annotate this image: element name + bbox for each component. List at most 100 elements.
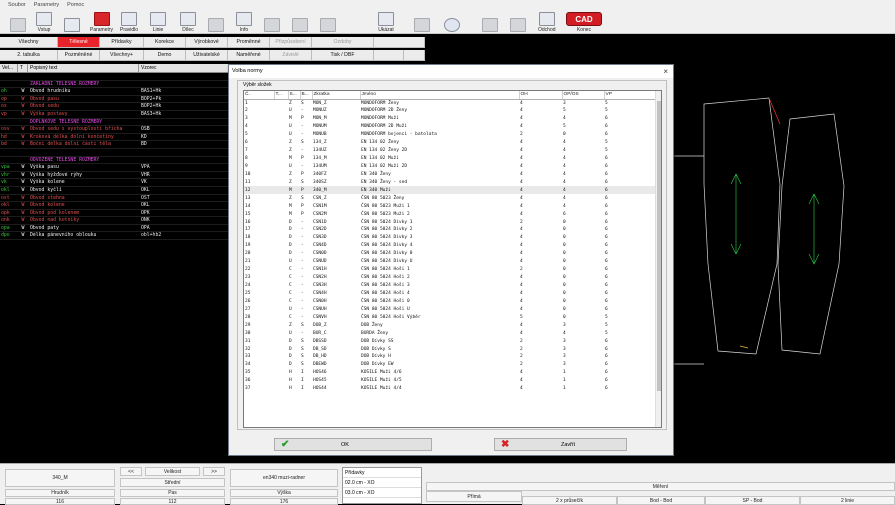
- attribute-row[interactable]: vp W Výška postavy BAS3+Hk: [0, 111, 230, 119]
- tab-extra[interactable]: [374, 37, 425, 48]
- norm-row[interactable]: 31 D S DBSSD DOB Dívky SS 2 3 6: [244, 337, 657, 345]
- close-icon[interactable]: ×: [663, 65, 668, 78]
- attribute-row[interactable]: okl W Obvod kyčlí OKL: [0, 187, 230, 195]
- norm-row[interactable]: 26 C - CSN0H ČSN 80 5024 Hoši 0 4 0 6: [244, 297, 657, 305]
- attribute-row[interactable]: dpo W Délka pánevního oblouku obl+hb2: [0, 232, 230, 241]
- norm-row[interactable]: 9 U - 134UM EN 134 02 Muži 2D 4 4 6: [244, 163, 657, 171]
- norm-row[interactable]: 15 M P CSN2M ČSN 80 5023 Muži 2 4 6 6: [244, 210, 657, 218]
- norm-row[interactable]: 19 D - CSN4D ČSN 80 5024 Dívky 4 4 0 6: [244, 242, 657, 250]
- norm-col-header[interactable]: VP: [604, 91, 658, 100]
- toolbar-save-as-button[interactable]: [510, 10, 526, 33]
- toolbar-pattern-button[interactable]: [64, 10, 80, 33]
- attribute-row[interactable]: oh W Obvod hrudníku BAS1+Hk: [0, 88, 230, 96]
- norm-col-header[interactable]: OH: [519, 91, 563, 100]
- norm-row[interactable]: 17 D - CSN2D ČSN 80 5024 Dívky 2 4 0 6: [244, 226, 657, 234]
- norm-row[interactable]: 25 C - CSN4H ČSN 80 5024 Hoši 4 4 0 6: [244, 290, 657, 298]
- norm-row[interactable]: 32 D S DB_SD DOB Dívky S 2 3 6: [244, 345, 657, 353]
- norm-row[interactable]: 21 U - CSNUD ČSN 80 5024 Dívky U 4 0 6: [244, 258, 657, 266]
- toolbar-grid-button[interactable]: [10, 10, 26, 33]
- attribute-row[interactable]: [0, 73, 230, 81]
- norm-row[interactable]: 1 Z S MON_Z MONDOFORM Ženy 4 3 5: [244, 99, 657, 107]
- toolbar-hand-button[interactable]: [414, 10, 430, 33]
- menu-file[interactable]: Soubor: [8, 2, 26, 8]
- norm-row[interactable]: 10 Z P 340FZ EN 340 Ženy 4 4 6: [244, 170, 657, 178]
- measure-straight[interactable]: Přímá: [426, 491, 522, 502]
- norm-row[interactable]: 3 M P MON_M MONDOFORM Muži 4 4 6: [244, 115, 657, 123]
- prev-size-button[interactable]: <<: [120, 467, 142, 476]
- norm-row[interactable]: 11 Z S 340SZ EN 340 Ženy - sed 4 4 6: [244, 178, 657, 186]
- attribute-row[interactable]: os W Obvod sedu BOP2+Hk: [0, 103, 230, 111]
- attribute-row[interactable]: op W Obvod pasu BOP2+Pk: [0, 96, 230, 104]
- attribute-row[interactable]: osv W Obvod sedu s vystouplostí břicha OSB: [0, 126, 230, 134]
- tab-modified[interactable]: Pozměněné: [58, 50, 100, 61]
- norm-row[interactable]: 24 C - CSN3H ČSN 80 5024 Hoši 3 4 0 6: [244, 282, 657, 290]
- tab-all[interactable]: Všechny: [0, 37, 58, 48]
- norm-row[interactable]: 33 D S DB_HD DOB Dívky H 2 3 6: [244, 353, 657, 361]
- col-formula[interactable]: Vzorec: [139, 64, 230, 72]
- norm-col-header[interactable]: T...: [274, 91, 289, 100]
- attribute-row[interactable]: vk W Výška kolene VK: [0, 179, 230, 187]
- ok-button[interactable]: ✔ OK: [274, 438, 432, 451]
- close-button[interactable]: ✖ Zavřít: [494, 438, 627, 451]
- norm-row[interactable]: 37 H I HOS44 KOŠILE Muži 4/4 4 1 6: [244, 385, 657, 393]
- attribute-row[interactable]: ost W Obvod stehna OST: [0, 195, 230, 203]
- attribute-row[interactable]: DOPLŇKOVÉ TĚLESNÉ ROZMĚRY: [0, 119, 230, 127]
- attribute-row[interactable]: vpa W Výška pasu VPA: [0, 164, 230, 172]
- norm-row[interactable]: 4 U - MONUM MONDOFORM 2D Muži 4 5 6: [244, 123, 657, 131]
- norm-row[interactable]: 35 H I HOS46 KOŠILE Muži 4/6 4 1 6: [244, 369, 657, 377]
- tab-demo[interactable]: Demo: [144, 50, 186, 61]
- norm-row[interactable]: 28 C - CSNVH ČSN 80 5024 Hoši Výběr 5 0 5: [244, 313, 657, 321]
- toolbar-piece2-button[interactable]: [208, 10, 224, 33]
- norm-row[interactable]: 30 U - BUR_C BURDA Ženy 4 4 5: [244, 329, 657, 337]
- norm-row[interactable]: 18 D - CSN3D ČSN 80 5024 Dívky 3 4 0 6: [244, 234, 657, 242]
- allowance-item[interactable]: 02.0 cm - XO: [343, 478, 421, 488]
- attribute-row[interactable]: vhr W Výška hýžďové rýhy VHR: [0, 172, 230, 180]
- norm-row[interactable]: 5 U - MONUB MONDOFORM bojenci - batolata 2 0 6: [244, 131, 657, 139]
- tab-product[interactable]: Výrobkové: [186, 37, 228, 48]
- norm-name[interactable]: en340 muzi-radner: [230, 469, 338, 487]
- norm-row[interactable]: 34 D S DBEWD DOB Dívky EW 2 3 6: [244, 361, 657, 369]
- allowances-list[interactable]: Přídavky 02.0 cm - XO 03.0 cm - XO: [342, 467, 422, 504]
- norm-col-header[interactable]: OP/OS: [562, 91, 605, 100]
- tab-ornaments[interactable]: Ozdoby: [312, 37, 374, 48]
- norm-col-header[interactable]: S...: [288, 91, 301, 100]
- norm-row[interactable]: 27 U - CSNUH ČSN 80 5024 Hoši U 4 0 6: [244, 305, 657, 313]
- norm-col-header[interactable]: Č.: [244, 91, 275, 100]
- toolbar-show-button[interactable]: Ukázat: [378, 10, 394, 33]
- norm-row[interactable]: 6 Z S 134_Z EN 134 02 Ženy 4 4 5: [244, 139, 657, 147]
- tab-extra2[interactable]: [374, 50, 404, 61]
- allowance-item[interactable]: 03.0 cm - XO: [343, 488, 421, 498]
- attribute-row[interactable]: hd W Kroková délka dolní končetiny KD: [0, 134, 230, 142]
- toolbar-info-button[interactable]: Info: [236, 10, 252, 33]
- norm-row[interactable]: 14 M P CSN1M ČSN 80 5023 Muži 1 4 4 6: [244, 202, 657, 210]
- tab-print-dbf[interactable]: Tisk / DBF: [312, 50, 374, 61]
- attribute-row[interactable]: okl W Obvod kolene OKL: [0, 202, 230, 210]
- norm-col-header[interactable]: Jméno: [360, 91, 520, 100]
- norm-row[interactable]: 36 H I HOS45 KOŠILE Muži 4/5 4 1 6: [244, 377, 657, 385]
- col-type[interactable]: T: [18, 64, 28, 72]
- attribute-row[interactable]: opa W Obvod paty OPA: [0, 225, 230, 233]
- norm-row[interactable]: 13 Z S CSN_Z ČSN 80 5023 Ženy 4 4 6: [244, 194, 657, 202]
- scrollbar-thumb[interactable]: [657, 101, 661, 391]
- norm-row[interactable]: 8 M P 134_M EN 134 02 Muži 4 4 6: [244, 155, 657, 163]
- toolbar-rule-button[interactable]: Pravidlo: [120, 10, 138, 33]
- norm-row[interactable]: 16 D - CSN1D ČSN 80 5024 Dívky 1 2 0 6: [244, 218, 657, 226]
- attribute-row[interactable]: [0, 149, 230, 157]
- tab-second-table[interactable]: 2. tabulka: [0, 50, 58, 61]
- menu-help[interactable]: Pomoc: [67, 2, 84, 8]
- toolbar-parameters-button[interactable]: Parametry: [90, 10, 113, 33]
- tab-adjustment[interactable]: Přizpůsobení: [270, 37, 312, 48]
- col-size[interactable]: Vel...: [0, 64, 18, 72]
- attribute-row[interactable]: ZÁKLADNÍ TĚLESNÉ ROZMĚRY: [0, 81, 230, 89]
- tab-measured[interactable]: Naměřené: [228, 50, 270, 61]
- menu-parameters[interactable]: Parametry: [34, 2, 59, 8]
- tab-body[interactable]: Tělesné: [58, 37, 100, 48]
- toolbar-exit-button[interactable]: Odchod: [538, 10, 556, 33]
- norm-row[interactable]: 29 Z S DOB_Z DOB Ženy 4 3 5: [244, 321, 657, 329]
- toolbar-save-button[interactable]: [482, 10, 498, 33]
- toolbar-back-button[interactable]: [444, 10, 460, 33]
- norm-col-header[interactable]: B...: [300, 91, 313, 100]
- norm-col-header[interactable]: Zkratka: [312, 91, 361, 100]
- tab-user[interactable]: Uživatelské: [186, 50, 228, 61]
- next-size-button[interactable]: >>: [203, 467, 225, 476]
